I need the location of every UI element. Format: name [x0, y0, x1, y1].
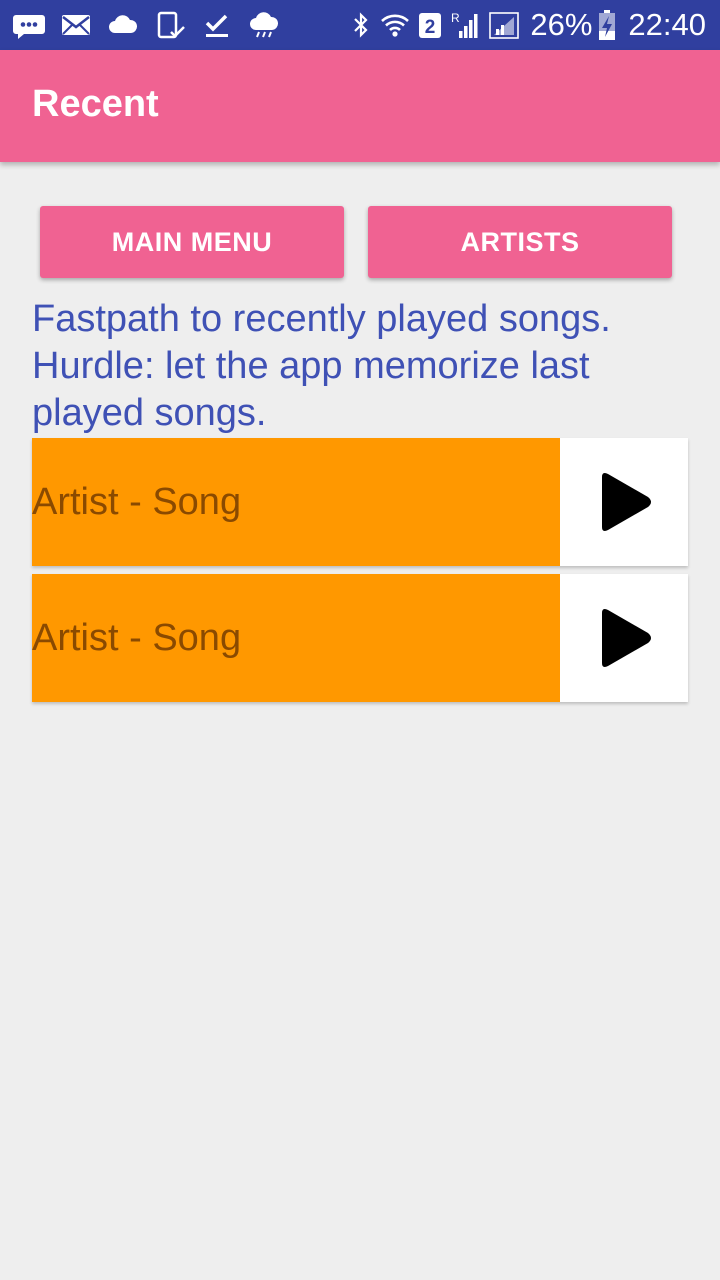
description-text: Fastpath to recently played songs. Hurdl…	[32, 298, 611, 434]
download-done-icon	[205, 14, 228, 37]
recent-song-row: Artist - Song	[32, 574, 688, 702]
wifi-icon	[381, 14, 410, 37]
play-button[interactable]	[560, 438, 688, 566]
play-icon	[602, 609, 651, 667]
clock: 22:40	[628, 7, 706, 42]
play-button[interactable]	[560, 574, 688, 702]
battery-percentage: 26%	[530, 7, 593, 42]
sim-slot-label: 2	[425, 17, 436, 38]
page-title: Recent	[32, 82, 159, 125]
song-label[interactable]: Artist - Song	[32, 438, 560, 566]
bluetooth-icon	[354, 12, 368, 38]
song-label[interactable]: Artist - Song	[32, 574, 560, 702]
message-icon	[13, 15, 45, 39]
battery-charging-icon	[599, 10, 616, 40]
signal-roaming-icon: R	[451, 11, 478, 38]
cloud-icon	[109, 15, 138, 33]
system-icons: 2 R 26% 22:40	[342, 7, 720, 43]
artists-button[interactable]: ARTISTS	[368, 206, 672, 278]
main-menu-button[interactable]: MAIN MENU	[40, 206, 344, 278]
recent-song-row: Artist - Song	[32, 438, 688, 566]
notification-icons	[0, 10, 294, 40]
app-bar: Recent	[0, 50, 720, 162]
device-check-icon	[157, 11, 185, 39]
status-bar: 2 R 26% 22:40	[0, 0, 720, 50]
roaming-label: R	[451, 11, 460, 25]
weather-cloud-icon	[250, 12, 279, 38]
signal-icon	[489, 12, 520, 39]
mail-icon	[62, 15, 90, 35]
sim-2-icon: 2	[419, 13, 442, 38]
play-icon	[602, 473, 651, 531]
